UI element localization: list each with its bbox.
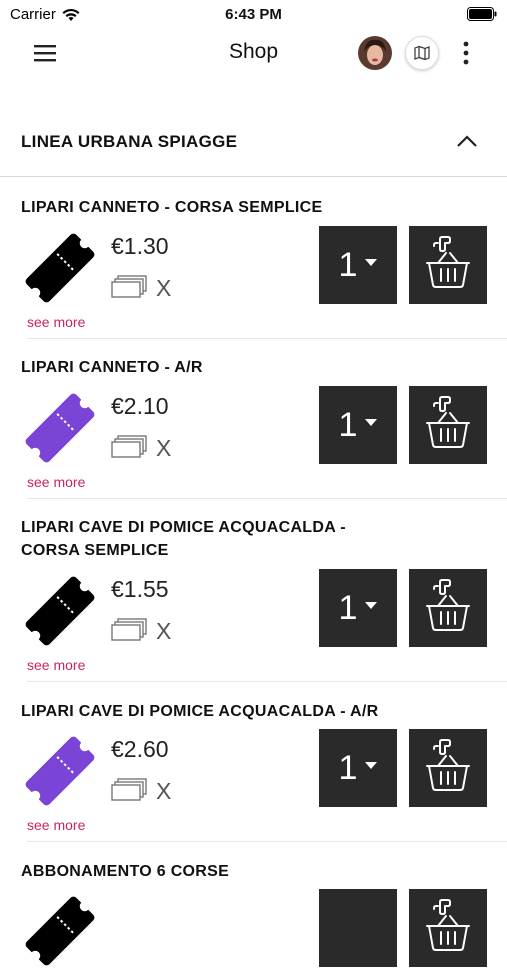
quantity-value: 1 bbox=[338, 245, 358, 284]
quantity-selector[interactable]: 1 bbox=[319, 569, 397, 647]
product-name-line: LIPARI CANNETO - A/R bbox=[21, 359, 203, 376]
basket-icon bbox=[426, 235, 470, 296]
map-icon bbox=[414, 45, 430, 61]
basket-icon bbox=[426, 898, 470, 959]
quantity-selector[interactable]: 1 bbox=[319, 729, 397, 807]
product-name-line: LIPARI CAVE DI POMICE ACQUACALDA - A/R bbox=[21, 703, 379, 720]
product-name: LIPARI CANNETO - A/R bbox=[21, 356, 421, 379]
product-price: €1.55 bbox=[111, 576, 169, 602]
caret-down-icon bbox=[365, 601, 378, 609]
multiple-tickets-icon bbox=[110, 778, 150, 802]
add-to-cart-button[interactable] bbox=[409, 386, 487, 464]
quantity-selector[interactable]: 1 bbox=[319, 386, 397, 464]
quantity-value: 1 bbox=[338, 748, 358, 787]
multiplier-label: X bbox=[156, 778, 172, 804]
multiple-tickets-icon bbox=[110, 275, 150, 299]
status-bar: Carrier 6:43 PM bbox=[0, 0, 507, 28]
section-header[interactable]: LINEA URBANA SPIAGGE bbox=[0, 118, 507, 177]
avatar-image bbox=[358, 36, 392, 70]
add-to-cart-button[interactable] bbox=[409, 889, 487, 967]
caret-down-icon bbox=[365, 258, 378, 266]
product-name-line: LIPARI CAVE DI POMICE ACQUACALDA - bbox=[21, 519, 346, 536]
multiple-tickets-icon bbox=[110, 618, 150, 642]
product-name: ABBONAMENTO 6 CORSE bbox=[21, 860, 421, 883]
clock: 6:43 PM bbox=[225, 6, 282, 23]
product-name: LIPARI CAVE DI POMICE ACQUACALDA - CORSA… bbox=[21, 516, 421, 562]
product-name: LIPARI CAVE DI POMICE ACQUACALDA - A/R bbox=[21, 700, 421, 723]
multiplier-label: X bbox=[156, 618, 172, 644]
more-options-icon[interactable] bbox=[458, 40, 474, 66]
ticket-icon bbox=[20, 571, 100, 651]
product-name-line: CORSA SEMPLICE bbox=[21, 542, 169, 559]
quantity-selector[interactable] bbox=[319, 889, 397, 967]
caret-down-icon bbox=[365, 418, 378, 426]
see-more-link[interactable]: see more bbox=[27, 474, 85, 490]
row-divider bbox=[27, 338, 507, 339]
navigation-bar: Shop bbox=[0, 28, 507, 78]
map-button[interactable] bbox=[405, 36, 439, 70]
row-divider bbox=[27, 841, 507, 842]
chevron-up-icon[interactable] bbox=[456, 134, 478, 148]
multiplier-label: X bbox=[156, 435, 172, 461]
section-title: LINEA URBANA SPIAGGE bbox=[21, 132, 238, 151]
product-name: LIPARI CANNETO - CORSA SEMPLICE bbox=[21, 196, 421, 219]
add-to-cart-button[interactable] bbox=[409, 569, 487, 647]
avatar[interactable] bbox=[358, 36, 392, 70]
product-name-line: LIPARI CANNETO - CORSA SEMPLICE bbox=[21, 199, 323, 216]
row-divider bbox=[27, 498, 507, 499]
quantity-selector[interactable]: 1 bbox=[319, 226, 397, 304]
battery-icon bbox=[467, 7, 497, 21]
see-more-link[interactable]: see more bbox=[27, 657, 85, 673]
ticket-icon bbox=[20, 731, 100, 811]
quantity-value: 1 bbox=[338, 588, 358, 627]
basket-icon bbox=[426, 578, 470, 639]
ticket-icon bbox=[20, 228, 100, 308]
ticket-icon bbox=[20, 891, 100, 971]
multiplier-label: X bbox=[156, 275, 172, 301]
row-divider bbox=[27, 681, 507, 682]
quantity-value: 1 bbox=[338, 405, 358, 444]
ticket-icon bbox=[20, 388, 100, 468]
multiple-tickets-icon bbox=[110, 435, 150, 459]
product-price: €2.10 bbox=[111, 393, 169, 419]
product-price: €2.60 bbox=[111, 736, 169, 762]
product-name-line: ABBONAMENTO 6 CORSE bbox=[21, 863, 230, 880]
see-more-link[interactable]: see more bbox=[27, 314, 85, 330]
product-price: €1.30 bbox=[111, 233, 169, 259]
add-to-cart-button[interactable] bbox=[409, 729, 487, 807]
caret-down-icon bbox=[365, 761, 378, 769]
add-to-cart-button[interactable] bbox=[409, 226, 487, 304]
basket-icon bbox=[426, 395, 470, 456]
basket-icon bbox=[426, 738, 470, 799]
see-more-link[interactable]: see more bbox=[27, 817, 85, 833]
